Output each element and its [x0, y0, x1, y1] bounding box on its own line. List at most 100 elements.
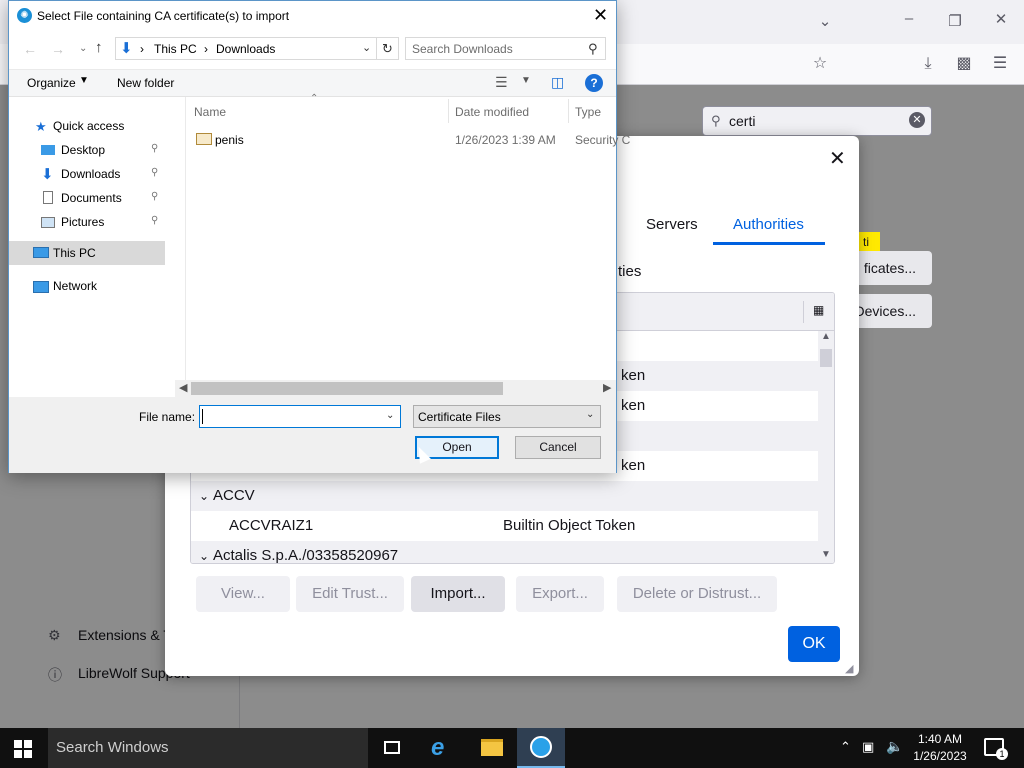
search-value: certi — [729, 113, 756, 129]
resize-grip-icon[interactable]: ◢ — [845, 662, 853, 675]
scroll-right-icon[interactable]: ▶ — [603, 381, 611, 394]
refresh-icon[interactable]: ↻ — [377, 37, 399, 60]
recent-locations-icon[interactable]: ⌄ — [79, 43, 87, 54]
nav-item-downloads[interactable]: Downloads — [61, 167, 120, 181]
clock-date[interactable]: 1/26/2023 — [910, 749, 970, 763]
tree-scrollbar[interactable]: ▲ ▼ — [818, 331, 834, 563]
search-downloads-input[interactable]: Search Downloads ⚲ — [405, 37, 606, 60]
tree-group-row[interactable]: ⌄ ACCV — [191, 481, 818, 511]
column-name[interactable]: Name — [194, 105, 226, 119]
delete-distrust-button[interactable]: Delete or Distrust... — [617, 576, 777, 612]
file-type-select[interactable]: Certificate Files ⌄ — [413, 405, 601, 428]
file-list[interactable]: ⌃ Name Date modified Type penis 1/26/202… — [185, 93, 630, 387]
column-date-modified[interactable]: Date modified — [455, 105, 529, 119]
bookmark-star-icon[interactable]: ☆ — [810, 54, 830, 74]
chevron-up-icon[interactable]: ⌃ — [840, 739, 851, 755]
downloads-toolbar-icon[interactable]: ⤓ — [918, 54, 938, 74]
nav-this-pc[interactable]: This PC — [53, 246, 96, 260]
address-bar[interactable]: ⬇ › This PC › Downloads ⌄ — [115, 37, 377, 60]
scroll-thumb[interactable] — [191, 382, 503, 395]
scroll-thumb[interactable] — [820, 349, 832, 367]
chevron-down-icon[interactable]: ⌄ — [199, 481, 209, 511]
dialog-close-icon[interactable]: ✕ — [593, 5, 608, 26]
star-icon: ★ — [35, 119, 47, 134]
clear-search-icon[interactable]: ✕ — [909, 112, 925, 128]
volume-muted-icon[interactable]: 🔈 — [886, 738, 903, 755]
clock-time[interactable]: 1:40 AM — [914, 732, 966, 746]
nav-item-desktop[interactable]: Desktop — [61, 143, 105, 157]
view-options-icon[interactable]: ☰ — [495, 74, 508, 91]
task-view-button[interactable] — [368, 728, 416, 768]
file-name-input[interactable]: ⌄ — [199, 405, 401, 428]
pin-icon[interactable]: ⚲ — [151, 143, 158, 154]
preferences-search-input[interactable]: ⚲ certi ✕ — [702, 106, 932, 136]
tab-servers[interactable]: Servers — [646, 216, 698, 233]
edit-trust-button[interactable]: Edit Trust... — [296, 576, 404, 612]
tab-authorities[interactable]: Authorities — [733, 216, 804, 233]
ie-taskbar-button[interactable]: e — [418, 728, 466, 768]
task-view-icon — [384, 741, 400, 754]
pin-icon[interactable]: ⚲ — [151, 191, 158, 202]
column-type[interactable]: Type — [575, 105, 601, 119]
notifications-icon[interactable]: 1 — [984, 738, 1008, 760]
documents-icon — [43, 191, 53, 204]
cancel-button[interactable]: Cancel — [515, 436, 601, 459]
back-icon[interactable]: ← — [23, 41, 37, 57]
preview-pane-icon[interactable]: ◫ — [551, 74, 564, 91]
explorer-taskbar-button[interactable] — [468, 728, 516, 768]
file-row[interactable]: penis 1/26/2023 1:39 AM Security C — [186, 129, 630, 151]
chevron-down-icon[interactable]: ⌄ — [199, 541, 209, 563]
scroll-left-icon[interactable]: ◀ — [179, 381, 187, 394]
cert-dialog-close-icon[interactable]: ✕ — [829, 146, 846, 171]
file-name-dropdown-icon[interactable]: ⌄ — [386, 410, 394, 421]
pin-icon[interactable]: ⚲ — [151, 167, 158, 178]
active-tab-indicator — [713, 242, 825, 245]
view-button[interactable]: View... — [196, 576, 290, 612]
nav-item-pictures[interactable]: Pictures — [61, 215, 104, 229]
organize-dropdown-icon[interactable]: ▼ — [79, 75, 89, 86]
breadcrumb-this-pc[interactable]: This PC — [154, 42, 197, 56]
import-button[interactable]: Import... — [411, 576, 505, 612]
authorities-description: ties — [618, 263, 642, 280]
ok-button[interactable]: OK — [788, 626, 840, 662]
organize-menu[interactable]: Organize — [27, 76, 76, 90]
windows-start-icon[interactable] — [14, 740, 32, 758]
forward-icon[interactable]: → — [51, 41, 65, 57]
nav-quick-access[interactable]: Quick access — [53, 119, 124, 133]
certificate-file-icon — [196, 133, 212, 145]
up-folder-icon[interactable]: ↑ — [95, 39, 103, 56]
export-button[interactable]: Export... — [516, 576, 604, 612]
downloads-icon: ⬇ — [41, 166, 54, 183]
window-close-icon[interactable]: ✕ — [986, 10, 1016, 28]
desktop-icon — [41, 145, 55, 155]
nav-network[interactable]: Network — [53, 279, 97, 293]
help-icon[interactable]: ? — [585, 74, 603, 92]
menu-icon[interactable]: ☰ — [990, 54, 1010, 74]
tab-list-icon[interactable]: ⌄ — [810, 12, 840, 30]
tree-group-row[interactable]: ⌄ Actalis S.p.A./03358520967 — [191, 541, 818, 563]
breadcrumb-downloads[interactable]: Downloads — [216, 42, 275, 56]
file-date: 1/26/2023 1:39 AM — [455, 133, 556, 147]
scroll-down-icon[interactable]: ▼ — [821, 549, 831, 560]
librewolf-icon: ✺ — [17, 8, 32, 23]
tree-item-row[interactable]: ACCVRAIZ1 Builtin Object Token — [191, 511, 818, 541]
address-dropdown-icon[interactable]: ⌄ — [362, 41, 371, 54]
extensions-icon[interactable]: ▩ — [954, 54, 974, 74]
internet-explorer-icon: e — [431, 734, 445, 761]
pin-icon[interactable]: ⚲ — [151, 215, 158, 226]
scroll-up-icon[interactable]: ▲ — [821, 331, 831, 342]
view-dropdown-icon[interactable]: ▼ — [521, 75, 531, 86]
search-placeholder: Search Downloads — [412, 42, 513, 56]
minimize-icon[interactable]: – — [894, 10, 924, 27]
nav-item-documents[interactable]: Documents — [61, 191, 122, 205]
column-picker-icon[interactable]: ▦ — [813, 303, 824, 317]
maximize-icon[interactable]: ❐ — [940, 12, 970, 30]
horizontal-scrollbar[interactable]: ◀ ▶ — [175, 380, 616, 397]
taskbar-search[interactable]: Search Windows — [48, 728, 368, 768]
new-folder-button[interactable]: New folder — [117, 76, 174, 90]
librewolf-taskbar-button[interactable] — [517, 728, 565, 768]
network-status-icon[interactable]: ▣ — [862, 739, 874, 755]
nav-this-pc-row[interactable]: This PC — [9, 241, 165, 265]
file-type: Security C — [575, 133, 631, 147]
chevron-down-icon[interactable]: ⌄ — [586, 409, 594, 420]
